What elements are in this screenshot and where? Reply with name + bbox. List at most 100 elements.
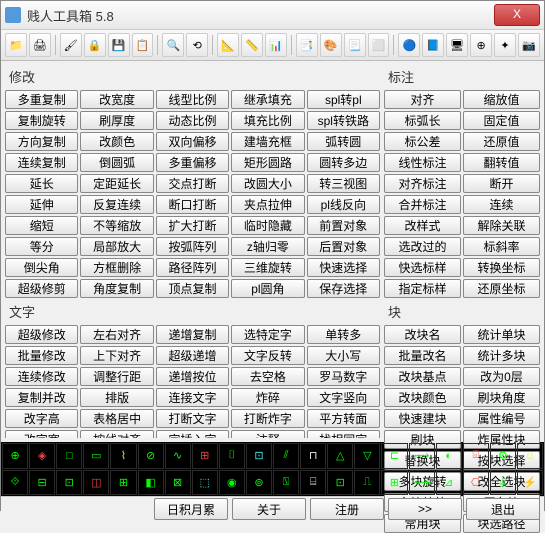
modify-btn-43[interactable]: 三维旋转: [231, 258, 304, 277]
symbol-2[interactable]: □: [56, 443, 82, 469]
block-btn-3[interactable]: 统计多块: [463, 346, 540, 365]
modify-btn-25[interactable]: 延伸: [5, 195, 78, 214]
symbol-16[interactable]: ◐: [436, 443, 462, 469]
modify-btn-8[interactable]: 填充比例: [231, 111, 304, 130]
text-btn-22[interactable]: 打断文字: [156, 409, 229, 428]
symbol-21[interactable]: ⊟: [29, 470, 55, 496]
text-btn-24[interactable]: 平方转面: [307, 409, 380, 428]
toolbar-btn-17[interactable]: 🖥: [446, 33, 468, 57]
toolbar-btn-5[interactable]: 📋: [132, 33, 154, 57]
annotate-btn-15[interactable]: 标斜率: [463, 237, 540, 256]
symbol-37[interactable]: ⎔: [463, 470, 489, 496]
modify-btn-47[interactable]: 顶点复制: [156, 279, 229, 298]
block-btn-7[interactable]: 刷块角度: [463, 388, 540, 407]
annotate-btn-16[interactable]: 快选标样: [384, 258, 461, 277]
bottom-btn-0[interactable]: 日积月累: [154, 498, 228, 520]
modify-btn-18[interactable]: 矩形圆路: [231, 153, 304, 172]
text-btn-17[interactable]: 连接文字: [156, 388, 229, 407]
bottom-btn-1[interactable]: 关于: [232, 498, 306, 520]
symbol-25[interactable]: ◧: [138, 470, 164, 496]
text-btn-3[interactable]: 选特定字: [231, 325, 304, 344]
symbol-17[interactable]: ⌻: [463, 443, 489, 469]
modify-btn-41[interactable]: 方框删除: [80, 258, 153, 277]
annotate-btn-3[interactable]: 固定值: [463, 111, 540, 130]
modify-btn-35[interactable]: 等分: [5, 237, 78, 256]
toolbar-btn-1[interactable]: 🖨: [29, 33, 51, 57]
symbol-24[interactable]: ⊞: [110, 470, 136, 496]
modify-btn-4[interactable]: spl转pl: [307, 90, 380, 109]
bottom-btn-3[interactable]: >>: [388, 498, 462, 520]
modify-btn-36[interactable]: 局部放大: [80, 237, 153, 256]
modify-btn-46[interactable]: 角度复制: [80, 279, 153, 298]
toolbar-btn-16[interactable]: 📘: [422, 33, 444, 57]
modify-btn-10[interactable]: 方向复制: [5, 132, 78, 151]
text-btn-5[interactable]: 批量修改: [5, 346, 78, 365]
modify-btn-29[interactable]: pl线反向: [307, 195, 380, 214]
symbol-8[interactable]: ⌷: [219, 443, 245, 469]
text-btn-6[interactable]: 上下对齐: [80, 346, 153, 365]
symbol-28[interactable]: ◉: [219, 470, 245, 496]
annotate-btn-0[interactable]: 对齐: [384, 90, 461, 109]
block-btn-5[interactable]: 改为0层: [463, 367, 540, 386]
symbol-30[interactable]: ⍂: [273, 470, 299, 496]
modify-btn-0[interactable]: 多重复制: [5, 90, 78, 109]
text-btn-26[interactable]: 按线对齐: [80, 430, 153, 438]
text-btn-23[interactable]: 打断炸字: [231, 409, 304, 428]
annotate-btn-9[interactable]: 断开: [463, 174, 540, 193]
symbol-20[interactable]: ⟐: [2, 470, 28, 496]
annotate-btn-14[interactable]: 选改过的: [384, 237, 461, 256]
text-btn-2[interactable]: 递增复制: [156, 325, 229, 344]
toolbar-btn-19[interactable]: ✦: [494, 33, 516, 57]
modify-btn-16[interactable]: 倒圆弧: [80, 153, 153, 172]
text-btn-21[interactable]: 表格居中: [80, 409, 153, 428]
modify-btn-17[interactable]: 多重偏移: [156, 153, 229, 172]
toolbar-btn-0[interactable]: 📁: [5, 33, 27, 57]
symbol-18[interactable]: ⚙: [490, 443, 516, 469]
symbol-29[interactable]: ⊚: [246, 470, 272, 496]
toolbar-btn-13[interactable]: 📃: [344, 33, 366, 57]
modify-btn-1[interactable]: 改宽度: [80, 90, 153, 109]
text-btn-20[interactable]: 改字高: [5, 409, 78, 428]
text-btn-13[interactable]: 去空格: [231, 367, 304, 386]
toolbar-btn-2[interactable]: 🖌: [60, 33, 82, 57]
symbol-32[interactable]: ⊡: [327, 470, 353, 496]
modify-btn-3[interactable]: 继承填充: [231, 90, 304, 109]
toolbar-btn-3[interactable]: 🔒: [84, 33, 106, 57]
annotate-btn-1[interactable]: 缩放值: [463, 90, 540, 109]
symbol-33[interactable]: ⎍: [354, 470, 380, 496]
annotate-btn-10[interactable]: 合并标注: [384, 195, 461, 214]
symbol-15[interactable]: ⟿: [409, 443, 435, 469]
symbol-31[interactable]: ⌸: [300, 470, 326, 496]
annotate-btn-19[interactable]: 还原坐标: [463, 279, 540, 298]
modify-btn-11[interactable]: 改颜色: [80, 132, 153, 151]
modify-btn-23[interactable]: 改圆大小: [231, 174, 304, 193]
modify-btn-15[interactable]: 连续复制: [5, 153, 78, 172]
annotate-btn-13[interactable]: 解除关联: [463, 216, 540, 235]
symbol-27[interactable]: ⬚: [192, 470, 218, 496]
toolbar-btn-6[interactable]: 🔍: [162, 33, 184, 57]
symbol-5[interactable]: ⊘: [138, 443, 164, 469]
modify-btn-38[interactable]: z轴归零: [231, 237, 304, 256]
text-btn-18[interactable]: 炸碎: [231, 388, 304, 407]
text-btn-28[interactable]: 注释: [231, 430, 304, 438]
modify-btn-27[interactable]: 断口打断: [156, 195, 229, 214]
text-btn-16[interactable]: 排版: [80, 388, 153, 407]
toolbar-btn-8[interactable]: 📐: [217, 33, 239, 57]
modify-btn-45[interactable]: 超级修剪: [5, 279, 78, 298]
modify-btn-32[interactable]: 扩大打断: [156, 216, 229, 235]
symbol-3[interactable]: ▭: [83, 443, 109, 469]
block-btn-1[interactable]: 统计单块: [463, 325, 540, 344]
symbol-14[interactable]: ⊏: [381, 443, 407, 469]
block-btn-6[interactable]: 改块颜色: [384, 388, 461, 407]
symbol-23[interactable]: ◫: [83, 470, 109, 496]
modify-btn-42[interactable]: 路径阵列: [156, 258, 229, 277]
annotate-btn-4[interactable]: 标公差: [384, 132, 461, 151]
text-btn-29[interactable]: 找相同字: [307, 430, 380, 438]
modify-btn-26[interactable]: 反复连续: [80, 195, 153, 214]
text-btn-10[interactable]: 连续修改: [5, 367, 78, 386]
block-btn-8[interactable]: 快速建块: [384, 409, 461, 428]
symbol-4[interactable]: ⌇: [110, 443, 136, 469]
symbol-35[interactable]: ⟿: [409, 470, 435, 496]
text-btn-19[interactable]: 文字竖向: [307, 388, 380, 407]
symbol-1[interactable]: ◈: [29, 443, 55, 469]
